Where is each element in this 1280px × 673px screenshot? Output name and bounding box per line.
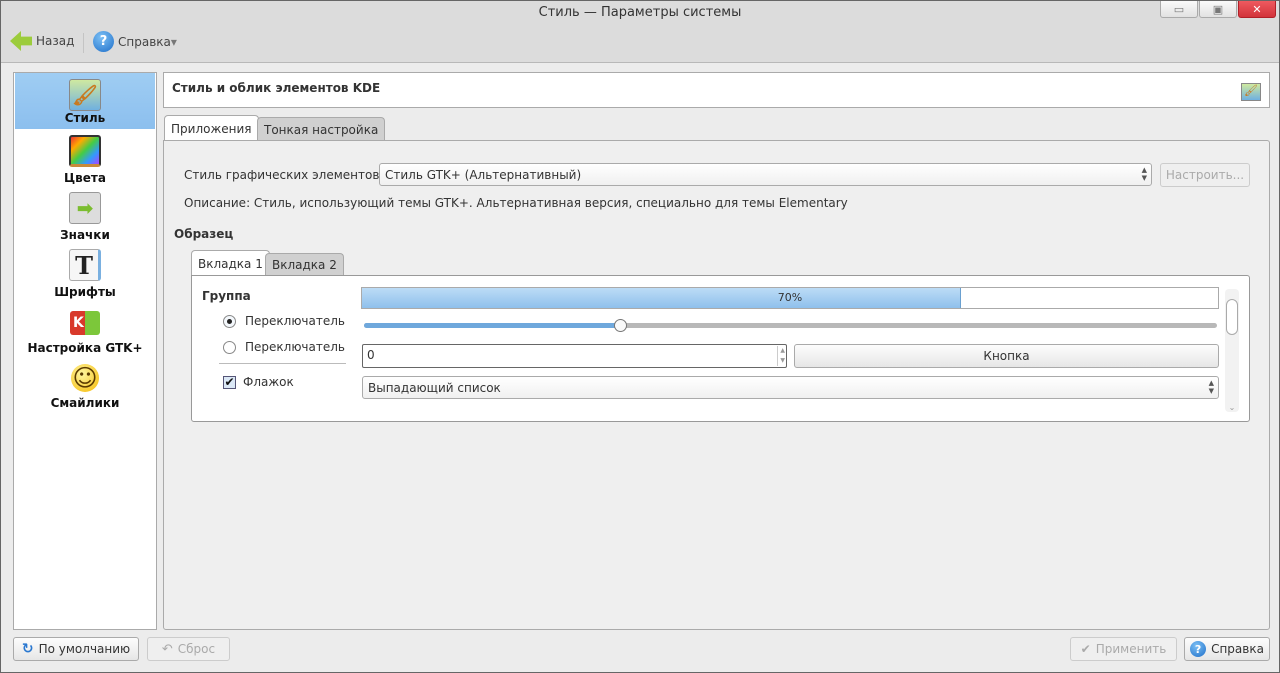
slider-fill xyxy=(364,323,620,328)
style-description: Описание: Стиль, использующий темы GTK+.… xyxy=(184,196,848,210)
gtk-kde-icon: K xyxy=(70,311,100,335)
tab-panel: Стиль графических элементов: Стиль GTK+ … xyxy=(163,140,1270,630)
radio-label: Переключатель xyxy=(245,314,345,328)
updown-arrows-icon: ▲ ▼ xyxy=(1141,166,1147,182)
checkbox-label: Флажок xyxy=(243,375,294,389)
sample-button[interactable]: Кнопка xyxy=(794,344,1219,368)
checkbox-checked-icon: ✔ xyxy=(223,374,236,389)
help-label: Справка xyxy=(118,34,171,49)
maximize-button[interactable]: ▣ xyxy=(1199,1,1237,18)
progress-bar: 70% xyxy=(361,287,1219,309)
widget-style-label: Стиль графических элементов: xyxy=(184,168,384,182)
divider xyxy=(219,363,346,364)
undo-icon: ↶ xyxy=(161,641,173,657)
tab-preview-1[interactable]: Вкладка 1 xyxy=(191,250,270,276)
title-bar: Стиль — Параметры системы ▭ ▣ ✕ Назад ? … xyxy=(1,1,1279,63)
back-arrow-icon xyxy=(10,31,32,51)
sidebar-item-label: Смайлики xyxy=(50,396,120,410)
group-label: Группа xyxy=(202,289,251,303)
scrollbar-thumb[interactable] xyxy=(1226,299,1238,335)
configure-button[interactable]: Настроить... xyxy=(1160,163,1250,187)
apply-button[interactable]: ✔ Применить xyxy=(1070,637,1177,661)
tab-preview-2[interactable]: Вкладка 2 xyxy=(265,253,344,276)
slider[interactable] xyxy=(364,319,1217,332)
refresh-icon: ↻ xyxy=(21,641,34,657)
tab-label: Вкладка 2 xyxy=(272,258,337,272)
style-brush-icon: 🖌 xyxy=(69,79,101,111)
spin-value: 0 xyxy=(367,348,375,362)
sample-dropdown[interactable]: Выпадающий список ▲ ▼ xyxy=(362,376,1219,399)
sidebar-item-icons[interactable]: ➡ Значки xyxy=(15,192,155,242)
sidebar-item-colors[interactable]: Цвета xyxy=(15,135,155,185)
window: Стиль — Параметры системы ▭ ▣ ✕ Назад ? … xyxy=(0,0,1280,673)
defaults-button[interactable]: ↻ По умолчанию xyxy=(13,637,139,661)
minimize-button[interactable]: ▭ xyxy=(1160,1,1198,18)
back-label: Назад xyxy=(36,34,75,48)
scroll-down-icon[interactable]: ⌄ xyxy=(1225,403,1239,412)
tab-fine-tuning[interactable]: Тонкая настройка xyxy=(257,117,386,141)
window-title: Стиль — Параметры системы xyxy=(538,5,742,20)
radio-label: Переключатель xyxy=(245,340,345,354)
radio-checked-icon xyxy=(223,314,236,328)
back-button[interactable]: Назад xyxy=(10,31,74,51)
button-label: Сброс xyxy=(177,642,216,656)
category-sidebar: 🖌 Стиль Цвета ➡ Значки T Шрифты K Настро… xyxy=(13,72,157,630)
radio-button-1[interactable]: Переключатель xyxy=(223,314,345,328)
smiley-icon: ☺ xyxy=(71,364,99,392)
icons-arrow-icon: ➡ xyxy=(69,192,101,224)
toolbar-separator xyxy=(83,33,84,53)
tab-applications[interactable]: Приложения xyxy=(164,115,259,141)
sidebar-item-label: Настройка GTK+ xyxy=(27,341,143,355)
sidebar-item-label: Стиль xyxy=(64,111,106,125)
slider-handle[interactable] xyxy=(613,319,627,332)
widget-style-select[interactable]: Стиль GTK+ (Альтернативный) ▲ ▼ xyxy=(379,163,1152,186)
sidebar-item-fonts[interactable]: T Шрифты xyxy=(15,249,155,299)
sidebar-item-label: Значки xyxy=(60,228,110,242)
fonts-t-icon: T xyxy=(69,249,101,281)
scrollbar[interactable]: ⌄ xyxy=(1225,289,1239,412)
module-title: Стиль и облик элементов KDE xyxy=(172,81,381,95)
spin-arrows-icon[interactable]: ▲ ▼ xyxy=(777,346,785,366)
help-icon: ? xyxy=(93,31,114,52)
sidebar-item-label: Шрифты xyxy=(54,285,116,299)
radio-button-2[interactable]: Переключатель xyxy=(223,340,345,354)
radio-unchecked-icon xyxy=(223,340,236,354)
tab-label: Вкладка 1 xyxy=(198,256,263,271)
preview-title: Образец xyxy=(174,227,234,241)
checkbox[interactable]: ✔ Флажок xyxy=(223,375,294,389)
dropdown-value: Выпадающий список xyxy=(368,380,501,395)
updown-arrows-icon: ▲ ▼ xyxy=(1208,379,1214,395)
preview-panel: Группа Переключатель Переключатель ✔ Фла… xyxy=(191,275,1250,422)
help-menu-button[interactable]: ? Справка ▾ xyxy=(93,31,177,52)
select-value: Стиль GTK+ (Альтернативный) xyxy=(385,167,582,182)
spin-box[interactable]: 0 ▲ ▼ xyxy=(362,344,787,368)
colors-palette-icon xyxy=(69,135,101,167)
module-header: Стиль и облик элементов KDE 🖌 xyxy=(163,72,1270,108)
close-button[interactable]: ✕ xyxy=(1238,1,1276,18)
button-label: Применить xyxy=(1095,642,1167,656)
sidebar-item-gtk[interactable]: K Настройка GTK+ xyxy=(15,311,155,355)
sidebar-item-smileys[interactable]: ☺ Смайлики xyxy=(15,364,155,410)
checkmark-icon: ✔ xyxy=(1080,642,1091,656)
tab-label: Тонкая настройка xyxy=(264,122,379,137)
sidebar-item-label: Цвета xyxy=(64,171,106,185)
help-icon: ? xyxy=(1190,641,1207,657)
tab-label: Приложения xyxy=(171,121,252,136)
sidebar-item-style[interactable]: 🖌 Стиль xyxy=(15,73,155,129)
style-brush-icon: 🖌 xyxy=(1241,83,1261,101)
chevron-down-icon: ▾ xyxy=(170,34,177,49)
button-label: По умолчанию xyxy=(38,642,131,656)
button-label: Справка xyxy=(1211,642,1264,656)
progress-text: 70% xyxy=(777,291,803,304)
reset-button[interactable]: ↶ Сброс xyxy=(147,637,230,661)
help-button[interactable]: ? Справка xyxy=(1184,637,1270,661)
